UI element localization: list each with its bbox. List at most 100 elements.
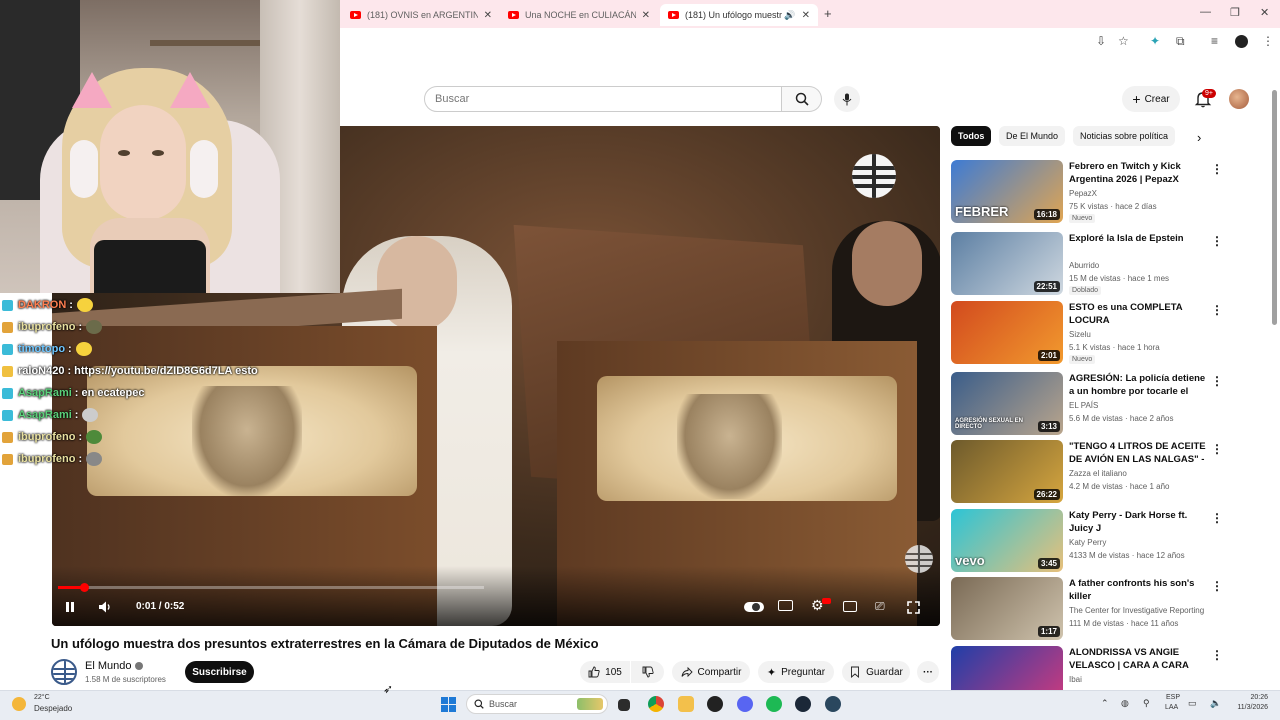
recommendation-channel[interactable]: Aburrido bbox=[1069, 261, 1099, 270]
more-options-icon[interactable]: ⋮ bbox=[1211, 442, 1223, 456]
pause-icon[interactable] bbox=[64, 601, 76, 613]
browser-tab[interactable]: Una NOCHE en CULIACÁN en P ✕ bbox=[500, 4, 658, 26]
minimize-button[interactable]: — bbox=[1200, 6, 1211, 18]
microphone-icon[interactable]: ⚲ bbox=[1143, 698, 1150, 709]
video-thumbnail[interactable]: vevo 3:45 bbox=[951, 509, 1063, 572]
windows-start-icon[interactable] bbox=[441, 697, 456, 712]
chat-text[interactable]: https://youtu.be/dZID8G6d7LA esto bbox=[74, 365, 258, 377]
bookmark-star-icon[interactable]: ☆ bbox=[1118, 34, 1129, 48]
more-actions-button[interactable]: ··· bbox=[917, 661, 939, 683]
discord-icon[interactable] bbox=[737, 696, 753, 712]
recommendation-title[interactable]: A father confronts his son's killer bbox=[1069, 577, 1209, 603]
weather-description[interactable]: Despejado bbox=[34, 704, 72, 713]
close-tab-icon[interactable]: ✕ bbox=[484, 10, 492, 21]
avatar[interactable] bbox=[1229, 89, 1249, 109]
channel-avatar[interactable] bbox=[51, 659, 77, 685]
speaker-icon[interactable]: 🔊 bbox=[784, 10, 795, 21]
fullscreen-icon[interactable] bbox=[907, 601, 920, 614]
channel-watermark-icon[interactable] bbox=[905, 545, 933, 573]
recommendation-channel[interactable]: Sizelu bbox=[1069, 330, 1091, 339]
monitor-icon[interactable]: ▭ bbox=[1188, 698, 1197, 709]
search-input[interactable]: Buscar bbox=[424, 86, 782, 112]
recommendation-channel[interactable]: EL PAÍS bbox=[1069, 401, 1098, 410]
recommendation-item[interactable]: 2:01 ESTO es una COMPLETA LOCURA Sizelu 5.1… bbox=[951, 301, 1226, 365]
new-tab-button[interactable]: + bbox=[824, 6, 832, 21]
volume-icon[interactable]: 🔈 bbox=[1210, 698, 1221, 709]
install-app-icon[interactable]: ⇩ bbox=[1096, 34, 1106, 48]
recommendation-title[interactable]: ESTO es una COMPLETA LOCURA bbox=[1069, 301, 1209, 327]
profile-icon[interactable] bbox=[1235, 35, 1248, 48]
recommendation-title[interactable]: Exploré la Isla de Epstein bbox=[1069, 232, 1209, 245]
recommendation-item[interactable]: 1:17 A father confronts his son's killer T… bbox=[951, 577, 1226, 641]
recommendation-channel[interactable]: Katy Perry bbox=[1069, 538, 1106, 547]
chip-todos[interactable]: Todos bbox=[951, 126, 992, 146]
video-thumbnail[interactable]: 2:01 bbox=[951, 301, 1063, 364]
network-icon[interactable]: ◍ bbox=[1121, 698, 1129, 709]
recommendation-title[interactable]: "TENGO 4 LITROS DE ACEITE DE AVIÓN EN LA… bbox=[1069, 440, 1209, 466]
weather-temperature[interactable]: 22°C bbox=[34, 694, 50, 701]
browser-tab[interactable]: (181) OVNIS en ARGENTINA - Y ✕ bbox=[342, 4, 500, 26]
maximize-button[interactable]: ❐ bbox=[1230, 6, 1240, 19]
recommendation-item[interactable]: FEBRER 16:18 Febrero en Twitch y Kick Arge… bbox=[951, 160, 1226, 224]
save-button[interactable]: Guardar bbox=[842, 661, 910, 683]
cast-icon[interactable]: ⎚ bbox=[875, 599, 885, 614]
miniplayer-icon[interactable] bbox=[843, 601, 857, 612]
subscribe-button[interactable]: Suscribirse bbox=[185, 661, 254, 683]
chevron-right-icon[interactable]: › bbox=[1197, 130, 1201, 145]
browser-tab-active[interactable]: (181) Un ufólogo muestra d 🔊 ✕ bbox=[660, 4, 818, 26]
recommendation-title[interactable]: AGRESIÓN: La policía detiene a un hombre… bbox=[1069, 372, 1209, 398]
extension-icon[interactable]: ✦ bbox=[1150, 34, 1160, 48]
dislike-button[interactable] bbox=[631, 661, 664, 683]
more-options-icon[interactable]: ⋮ bbox=[1211, 162, 1223, 176]
voice-search-button[interactable] bbox=[834, 86, 860, 112]
more-options-icon[interactable]: ⋮ bbox=[1211, 374, 1223, 388]
autoplay-toggle[interactable] bbox=[744, 602, 764, 612]
video-thumbnail[interactable]: AGRESIÓN SEXUAL EN DIRECTO 3:13 bbox=[951, 372, 1063, 435]
more-options-icon[interactable]: ⋮ bbox=[1211, 579, 1223, 593]
more-options-icon[interactable]: ⋮ bbox=[1211, 303, 1223, 317]
progress-scrubber[interactable] bbox=[80, 583, 89, 592]
more-options-icon[interactable]: ⋮ bbox=[1211, 511, 1223, 525]
file-explorer-icon[interactable] bbox=[678, 696, 694, 712]
taskbar-search-input[interactable]: Buscar bbox=[466, 694, 608, 714]
recommendation-title[interactable]: Katy Perry - Dark Horse ft. Juicy J bbox=[1069, 509, 1209, 535]
ask-button[interactable]: ✦ Preguntar bbox=[758, 661, 834, 683]
share-button[interactable]: Compartir bbox=[672, 661, 750, 683]
chevron-up-icon[interactable]: ⌃ bbox=[1101, 698, 1109, 709]
recommendation-item[interactable]: 26:22 "TENGO 4 LITROS DE ACEITE DE AVIÓN … bbox=[951, 440, 1226, 504]
keyboard-layout[interactable]: LAA bbox=[1165, 704, 1178, 711]
recommendation-title[interactable]: ALONDRISSA VS ANGIE VELASCO | CARA A CAR… bbox=[1069, 646, 1209, 672]
like-button[interactable]: 105 bbox=[580, 661, 630, 683]
create-button[interactable]: + Crear bbox=[1122, 86, 1180, 112]
taskbar-app-icon[interactable] bbox=[618, 699, 630, 711]
close-window-button[interactable]: ✕ bbox=[1260, 6, 1269, 19]
recommendation-item[interactable]: AGRESIÓN SEXUAL EN DIRECTO 3:13 AGRESIÓN: … bbox=[951, 372, 1226, 436]
recommendation-channel[interactable]: PepazX bbox=[1069, 189, 1097, 198]
chip-noticias-politica[interactable]: Noticias sobre política bbox=[1073, 126, 1176, 146]
video-thumbnail[interactable]: FEBRER 16:18 bbox=[951, 160, 1063, 223]
chip-de-el-mundo[interactable]: De El Mundo bbox=[999, 126, 1066, 146]
obs-icon[interactable] bbox=[707, 696, 723, 712]
clock-date[interactable]: 11/3/2026 bbox=[1230, 704, 1268, 711]
chrome-icon[interactable] bbox=[648, 696, 664, 712]
subtitles-icon[interactable] bbox=[778, 600, 793, 611]
steam-icon[interactable] bbox=[825, 696, 841, 712]
close-tab-icon[interactable]: ✕ bbox=[642, 10, 650, 21]
scrollbar-thumb[interactable] bbox=[1272, 90, 1277, 325]
input-language[interactable]: ESP bbox=[1166, 694, 1180, 701]
search-button[interactable] bbox=[782, 86, 822, 112]
progress-bar[interactable] bbox=[58, 586, 484, 589]
channel-name[interactable]: El Mundo bbox=[85, 660, 143, 672]
recommendation-item[interactable]: vevo 3:45 Katy Perry - Dark Horse ft. Juic… bbox=[951, 509, 1226, 573]
spotify-icon[interactable] bbox=[766, 696, 782, 712]
video-thumbnail[interactable]: 1:17 bbox=[951, 577, 1063, 640]
recommendation-channel[interactable]: The Center for Investigative Reporting bbox=[1069, 606, 1204, 615]
volume-icon[interactable] bbox=[98, 600, 112, 614]
recommendation-channel[interactable]: Ibai bbox=[1069, 675, 1082, 684]
video-thumbnail[interactable]: 26:22 bbox=[951, 440, 1063, 503]
recommendation-title[interactable]: Febrero en Twitch y Kick Argentina 2026 … bbox=[1069, 160, 1209, 186]
more-options-icon[interactable]: ⋮ bbox=[1211, 234, 1223, 248]
close-tab-icon[interactable]: ✕ bbox=[802, 10, 810, 21]
more-options-icon[interactable]: ⋮ bbox=[1211, 648, 1223, 662]
browser-menu-icon[interactable]: ⋮ bbox=[1262, 34, 1274, 48]
